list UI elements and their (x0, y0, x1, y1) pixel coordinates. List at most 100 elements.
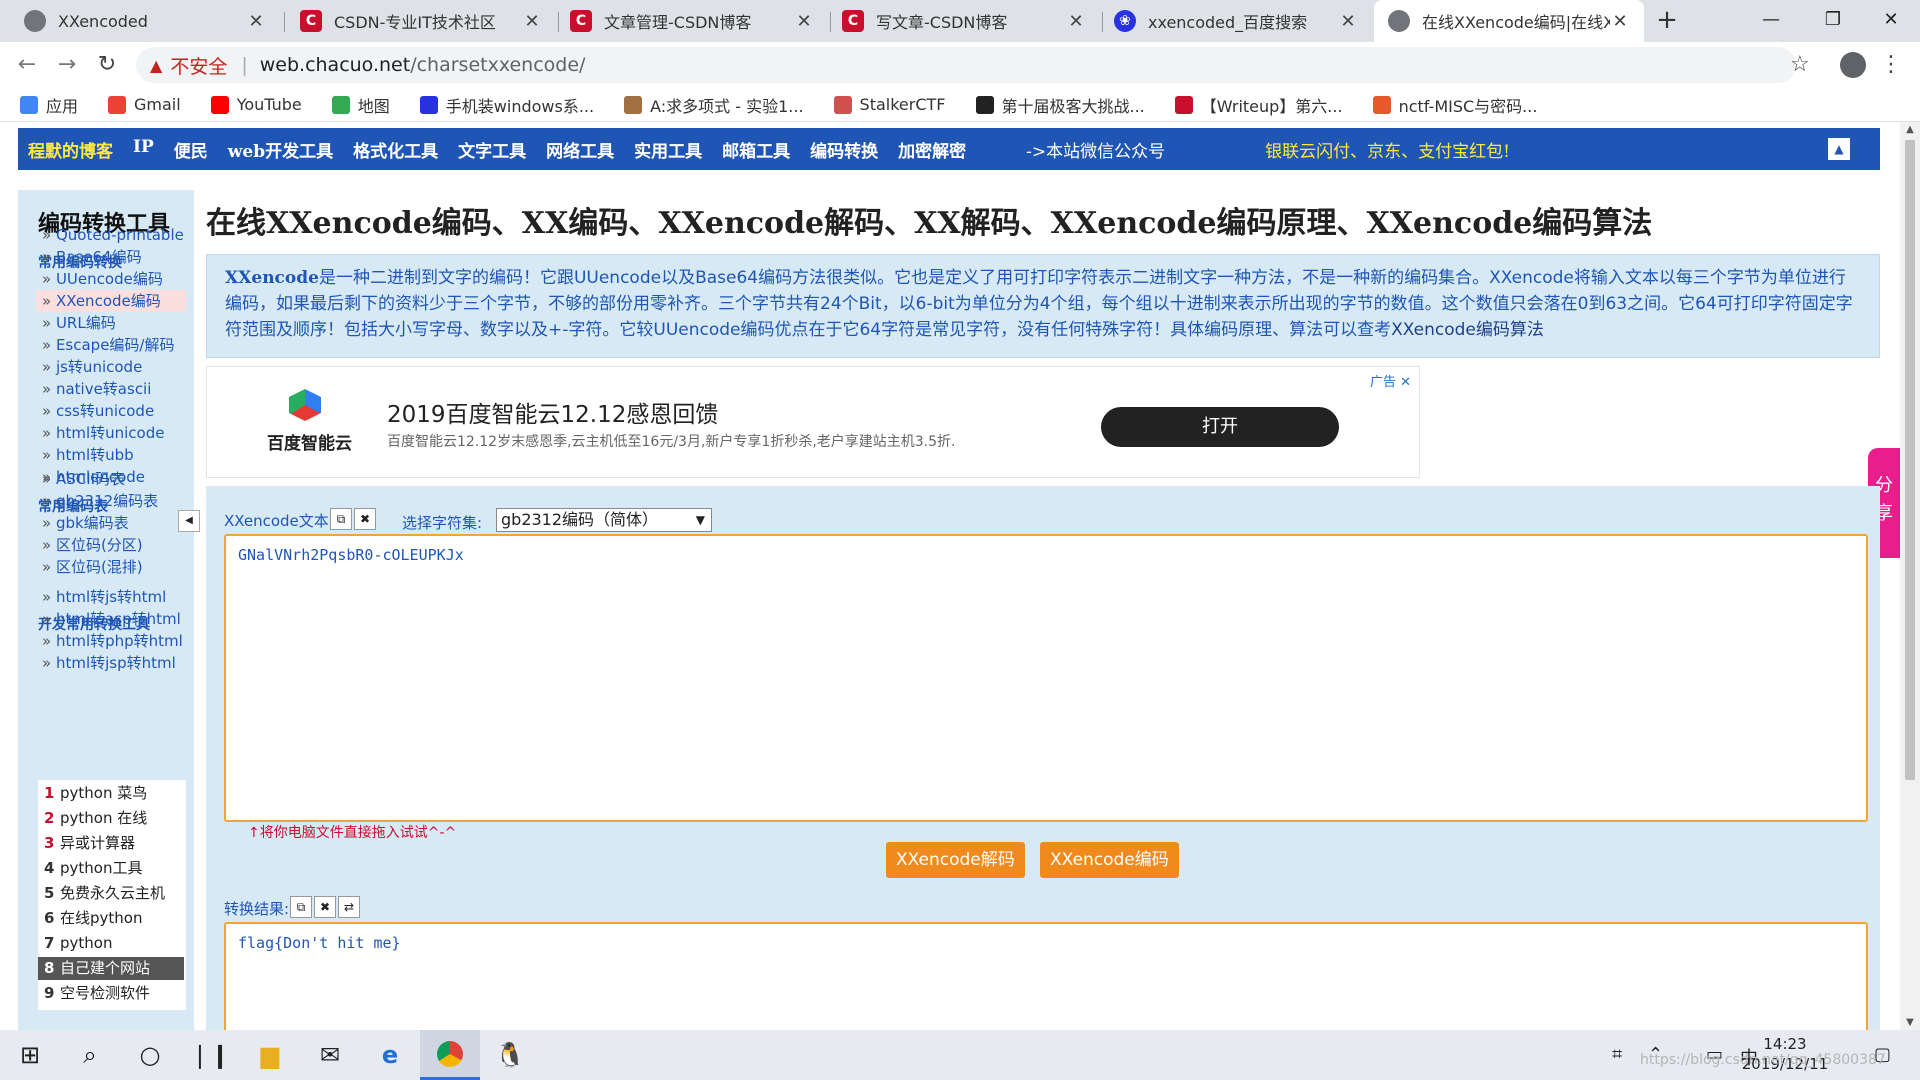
xxencode-decode-button[interactable]: XXencode解码 (886, 842, 1025, 878)
ad-open-button[interactable]: 打开 (1101, 407, 1339, 447)
search-icon[interactable]: ⌕ (60, 1030, 120, 1080)
hot-search-item[interactable]: 4 python工具 (38, 857, 184, 880)
ad-tag[interactable]: 广告 ✕ (1370, 371, 1411, 390)
ad-banner[interactable]: 百度智能云 2019百度智能云12.12感恩回馈 百度智能云12.12岁末感恩季… (206, 366, 1420, 478)
top-nav-item[interactable]: 实用工具 (624, 137, 712, 162)
top-nav-item[interactable]: 编码转换 (800, 137, 888, 162)
collapse-up-icon[interactable]: ▲ (1828, 138, 1850, 160)
site-brand-link[interactable]: 程默的博客 (18, 136, 123, 162)
clear-x-icon[interactable]: ✖ (354, 508, 376, 530)
top-nav-item[interactable]: 文字工具 (448, 137, 536, 162)
clear-x-icon[interactable]: ✖ (314, 896, 336, 918)
top-nav-item[interactable]: 加密解密 (888, 137, 976, 162)
top-nav-item[interactable]: 邮箱工具 (712, 137, 800, 162)
hot-search-item[interactable]: 1 python 菜鸟 (38, 782, 184, 805)
cortana-circle-icon[interactable]: ○ (120, 1030, 180, 1080)
sidebar-link[interactable]: Quoted-printable (36, 224, 186, 246)
sidebar-link[interactable]: html转php转html (36, 630, 186, 652)
tab-article-manage[interactable]: C 文章管理-CSDN博客 ✕ (556, 0, 828, 42)
top-nav-item[interactable]: 便民 (164, 137, 218, 162)
sidebar-link[interactable]: URL编码 (36, 312, 186, 334)
omnibox[interactable]: ▲ 不安全 | web.chacuo.net /charsetxxencode/ (136, 47, 1796, 83)
hot-search-item[interactable]: 3 异或计算器 (38, 832, 184, 855)
sidebar-collapse-arrow-icon[interactable]: ◀ (178, 510, 200, 532)
scroll-up-arrow-icon[interactable]: ▲ (1900, 124, 1920, 135)
tab-chacuo-active[interactable]: 在线XXencode编码|在线XX ✕ (1374, 0, 1644, 42)
promo-link[interactable]: 银联云闪付、京东、支付宝红包! (1255, 137, 1520, 162)
xxencode-encode-button[interactable]: XXencode编码 (1040, 842, 1179, 878)
copy-icon[interactable]: ⧉ (330, 508, 352, 530)
maximize-icon[interactable]: ❐ (1802, 0, 1864, 42)
reload-icon[interactable]: ↻ (92, 50, 122, 80)
top-nav-item[interactable]: 格式化工具 (343, 137, 448, 162)
charset-select[interactable]: gb2312编码（简体） ▼ (496, 508, 712, 532)
sidebar-link[interactable]: html转asp转html (36, 608, 186, 630)
sidebar-link[interactable]: XXencode编码 (36, 290, 186, 312)
bookmark-item[interactable]: 【Writeup】第六... (1174, 93, 1343, 117)
top-nav-item[interactable]: 网络工具 (536, 137, 624, 162)
task-view-icon[interactable]: ❘❙ (180, 1030, 240, 1080)
windows-start-icon[interactable]: ⊞ (0, 1030, 60, 1080)
bookmark-item[interactable]: 地图 (331, 93, 390, 117)
hot-search-item[interactable]: 5 免费永久云主机 (38, 882, 184, 905)
close-icon[interactable]: ✕ (1610, 11, 1630, 32)
tab-csdn[interactable]: C CSDN-专业IT技术社区 ✕ (286, 0, 556, 42)
close-icon[interactable]: ✕ (1066, 11, 1086, 32)
swap-arrows-icon[interactable]: ⇄ (338, 896, 360, 918)
sidebar-link[interactable]: html转ubb (36, 444, 186, 466)
qq-penguin-icon[interactable]: 🐧 (480, 1030, 540, 1080)
tab-xxencoded[interactable]: XXencoded ✕ (10, 0, 280, 42)
sidebar-link[interactable]: 区位码(混排) (36, 556, 186, 578)
page-scrollbar[interactable]: ▲ ▼ (1900, 122, 1920, 1030)
xxencode-input-textarea[interactable]: GNalVNrh2PqsbR0-cOLEUPKJx (224, 534, 1868, 822)
top-nav-item[interactable]: IP (123, 137, 164, 162)
hot-search-item[interactable]: 8 自己建个网站 (38, 957, 184, 980)
bookmark-item[interactable]: 手机装windows系... (419, 93, 594, 117)
tab-write-article[interactable]: C 写文章-CSDN博客 ✕ (828, 0, 1100, 42)
forward-arrow-icon[interactable]: → (52, 50, 82, 80)
sidebar-link[interactable]: js转unicode (36, 356, 186, 378)
account-avatar-icon[interactable] (1840, 52, 1866, 78)
edge-browser-icon[interactable]: e (360, 1030, 420, 1080)
sidebar-link[interactable]: html转jsp转html (36, 652, 186, 674)
sidebar-link[interactable]: gbk编码表 (36, 512, 186, 534)
scrollbar-thumb[interactable] (1905, 140, 1915, 780)
hot-search-item[interactable]: 9 空号检测软件 (38, 982, 184, 1005)
bookmark-item[interactable]: Gmail (108, 95, 181, 114)
more-vert-icon[interactable]: ⋮ (1880, 52, 1902, 77)
sidebar-link[interactable]: ASCII码表 (36, 468, 186, 490)
bookmark-item[interactable]: StalkerCTF (833, 95, 946, 114)
close-icon[interactable]: ✕ (794, 11, 814, 32)
close-icon[interactable]: ✕ (1400, 375, 1411, 390)
window-close-icon[interactable]: ✕ (1860, 0, 1920, 42)
scroll-down-arrow-icon[interactable]: ▼ (1900, 1017, 1920, 1028)
bookmark-item[interactable]: 第十届极客大挑战... (975, 93, 1145, 117)
bookmark-star-icon[interactable]: ☆ (1790, 52, 1810, 77)
sidebar-link[interactable]: Base64编码 (36, 246, 186, 268)
copy-icon[interactable]: ⧉ (290, 896, 312, 918)
chrome-browser-icon[interactable] (420, 1030, 480, 1080)
bookmark-item[interactable]: YouTube (210, 95, 302, 114)
hot-search-item[interactable]: 7 python (38, 932, 184, 955)
hot-search-item[interactable]: 6 在线python (38, 907, 184, 930)
hot-search-item[interactable]: 2 python 在线 (38, 807, 184, 830)
close-icon[interactable]: ✕ (246, 11, 266, 32)
intro-algorithm-link[interactable]: XXencode编码算法 (1391, 320, 1544, 340)
wechat-link[interactable]: ->本站微信公众号 (1016, 137, 1175, 162)
back-arrow-icon[interactable]: ← (12, 50, 42, 80)
sidebar-link[interactable]: Escape编码/解码 (36, 334, 186, 356)
ime-mode-icon[interactable]: ⌗ (1612, 1044, 1622, 1065)
mail-icon[interactable]: ✉ (300, 1030, 360, 1080)
sidebar-link[interactable]: UUencode编码 (36, 268, 186, 290)
bookmark-item[interactable]: 应用 (20, 93, 78, 117)
bookmark-item[interactable]: A:求多项式 - 实验1... (624, 93, 804, 117)
top-nav-item[interactable]: web开发工具 (218, 137, 343, 162)
close-icon[interactable]: ✕ (1338, 11, 1358, 32)
bookmark-item[interactable]: nctf-MISC与密码... (1372, 93, 1537, 117)
sidebar-link[interactable]: html转js转html (36, 586, 186, 608)
close-icon[interactable]: ✕ (522, 11, 542, 32)
sidebar-link[interactable]: 区位码(分区) (36, 534, 186, 556)
sidebar-link[interactable]: gb2312编码表 (36, 490, 186, 512)
minimize-icon[interactable]: — (1740, 0, 1802, 42)
sidebar-link[interactable]: css转unicode (36, 400, 186, 422)
